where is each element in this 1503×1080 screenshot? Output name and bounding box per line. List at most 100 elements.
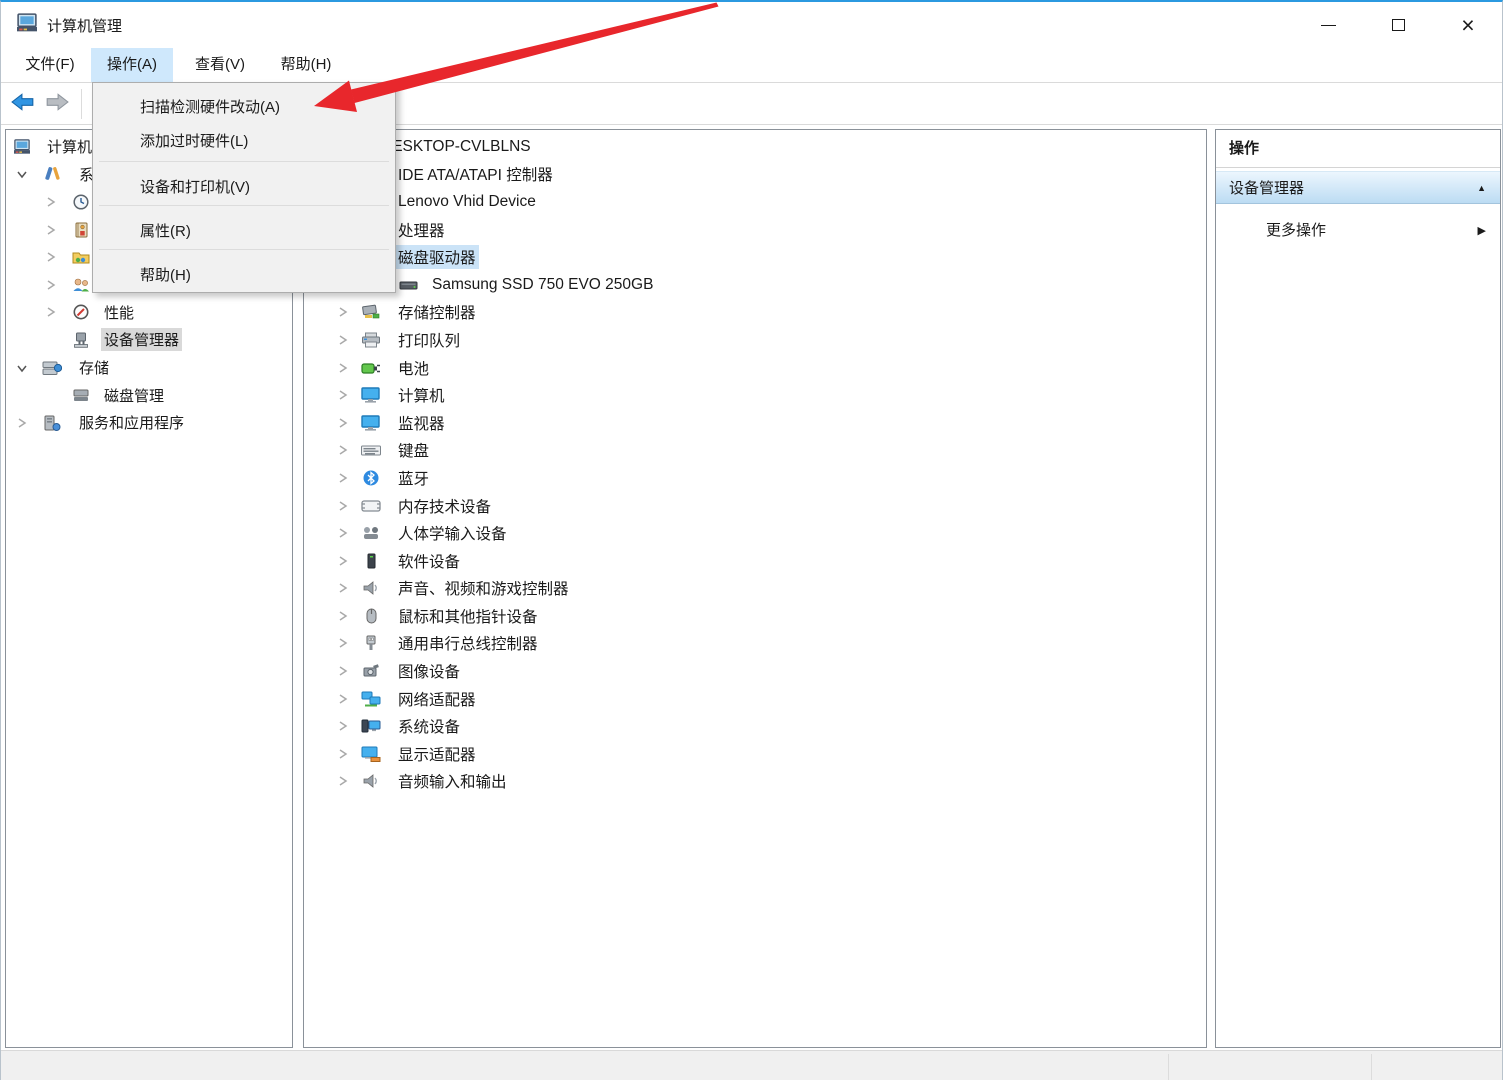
chevron-right-icon[interactable] [337,306,349,318]
chevron-down-icon[interactable] [16,168,28,180]
tree-item-computer[interactable]: 计算机 [304,381,1206,409]
chevron-right-icon[interactable] [337,582,349,594]
tree-item-sound-controllers[interactable]: 声音、视频和游戏控制器 [304,575,1206,603]
camera-icon [361,663,381,679]
disk-management-icon [71,387,91,403]
more-actions-item[interactable]: 更多操作 ▶ [1216,216,1500,246]
computer-management-window: 计算机管理 × 文件(F) 操作(A) 查看(V) 帮助(H) 计算机管理(本地… [0,0,1503,1080]
chevron-down-icon[interactable] [16,362,28,374]
network-icon [361,691,381,707]
chevron-right-icon[interactable] [337,444,349,456]
chevron-right-icon[interactable] [45,224,57,236]
chevron-right-icon[interactable] [337,665,349,677]
collapse-arrow-icon[interactable]: ▲ [1477,172,1486,205]
tree-item-keyboards[interactable]: 键盘 [304,437,1206,465]
local-users-icon [71,277,91,293]
tree-item-device-manager[interactable]: 设备管理器 [6,326,292,354]
disk-drive-icon [399,277,419,293]
chevron-right-icon[interactable] [337,693,349,705]
tree-item-storage-controllers[interactable]: 存储控制器 [304,299,1206,327]
minimize-button[interactable] [1305,2,1351,48]
tree-item-memory-devices[interactable]: 内存技术设备 [304,492,1206,520]
minimize-icon [1320,24,1336,26]
chevron-right-icon[interactable] [337,500,349,512]
chevron-right-icon[interactable] [337,775,349,787]
forward-button[interactable] [45,92,69,112]
tree-item-network-adapters[interactable]: 网络适配器 [304,685,1206,713]
tree-item-display-adapters[interactable]: 显示适配器 [304,740,1206,768]
tree-item-audio-io[interactable]: 音频输入和输出 [304,768,1206,796]
tree-item-samsung-ssd[interactable]: Samsung SSD 750 EVO 250GB [304,271,1206,299]
computer-management-icon [12,139,32,155]
chevron-right-icon[interactable] [337,389,349,401]
memory-icon [361,498,381,514]
tree-item-desktop-root[interactable]: DESKTOP-CVLBLNS [304,133,1206,161]
toolbar-separator [81,89,82,119]
speaker-icon [361,580,381,596]
monitor-icon [361,415,381,431]
tree-item-usb-controllers[interactable]: 通用串行总线控制器 [304,630,1206,658]
keyboard-icon [361,442,381,458]
audio-io-icon [361,773,381,789]
chevron-right-icon[interactable] [16,417,28,429]
chevron-right-icon[interactable] [45,279,57,291]
tree-item-monitors[interactable]: 监视器 [304,409,1206,437]
tree-item-disk-drives[interactable]: 磁盘驱动器 [304,243,1206,271]
menu-action[interactable]: 操作(A) [91,48,173,82]
tree-item-disk-management[interactable]: 磁盘管理 [6,381,292,409]
menu-item-add-legacy-hardware[interactable]: 添加过时硬件(L) [94,123,394,157]
chevron-right-icon[interactable] [337,610,349,622]
menu-help[interactable]: 帮助(H) [267,48,345,82]
tree-item-services-applications[interactable]: 服务和应用程序 [6,409,292,437]
tree-item-imaging-devices[interactable]: 图像设备 [304,657,1206,685]
tree-item-hid-devices[interactable]: 人体学输入设备 [304,519,1206,547]
tree-item-system-devices[interactable]: 系统设备 [304,712,1206,740]
chevron-right-icon[interactable] [337,472,349,484]
maximize-icon [1391,19,1405,31]
chevron-right-icon[interactable] [45,251,57,263]
battery-icon [361,360,381,376]
chevron-right-icon[interactable] [45,306,57,318]
chevron-right-icon[interactable] [337,555,349,567]
tree-item-ide-controller[interactable]: IDE ATA/ATAPI 控制器 [304,161,1206,189]
maximize-button[interactable] [1375,2,1421,48]
mouse-icon [361,608,381,624]
storage-icon [42,360,62,376]
shared-folders-icon [71,249,91,265]
performance-icon [71,304,91,320]
menu-item-devices-and-printers[interactable]: 设备和打印机(V) [94,167,394,205]
chevron-right-icon[interactable] [337,637,349,649]
actions-section-device-manager[interactable]: 设备管理器 ▲ [1216,171,1500,204]
menubar: 文件(F) 操作(A) 查看(V) 帮助(H) [1,48,1502,82]
tree-item-lenovo-vhid[interactable]: Lenovo Vhid Device [304,188,1206,216]
menu-item-properties[interactable]: 属性(R) [94,211,394,249]
menu-view[interactable]: 查看(V) [181,48,259,82]
tree-item-performance[interactable]: 性能 [6,299,292,327]
back-button[interactable] [11,92,35,112]
menu-item-help[interactable]: 帮助(H) [94,255,394,293]
menu-file[interactable]: 文件(F) [11,48,89,82]
tree-item-batteries[interactable]: 电池 [304,354,1206,382]
tree-item-software-devices[interactable]: 软件设备 [304,547,1206,575]
tree-item-mice[interactable]: 鼠标和其他指针设备 [304,602,1206,630]
device-manager-icon [71,332,91,348]
printer-icon [361,332,381,348]
chevron-right-icon[interactable] [337,720,349,732]
chevron-right-icon[interactable] [337,362,349,374]
chevron-right-icon[interactable] [45,196,57,208]
chevron-right-icon[interactable] [337,748,349,760]
tree-item-storage[interactable]: 存储 [6,354,292,382]
services-icon [42,415,62,431]
close-button[interactable]: × [1445,2,1491,48]
usb-icon [361,635,381,651]
tree-item-processors[interactable]: 处理器 [304,216,1206,244]
chevron-right-icon[interactable] [337,417,349,429]
chevron-right-icon[interactable] [337,527,349,539]
menu-item-scan-hardware-changes[interactable]: 扫描检测硬件改动(A) [94,89,394,123]
system-tools-icon [42,166,62,182]
tree-item-bluetooth[interactable]: 蓝牙 [304,464,1206,492]
tree-item-print-queues[interactable]: 打印队列 [304,326,1206,354]
chevron-right-icon[interactable] [337,334,349,346]
device-list-panel: DESKTOP-CVLBLNS IDE ATA/ATAPI 控制器 Lenovo… [303,129,1207,1048]
computer-management-icon [15,13,39,33]
